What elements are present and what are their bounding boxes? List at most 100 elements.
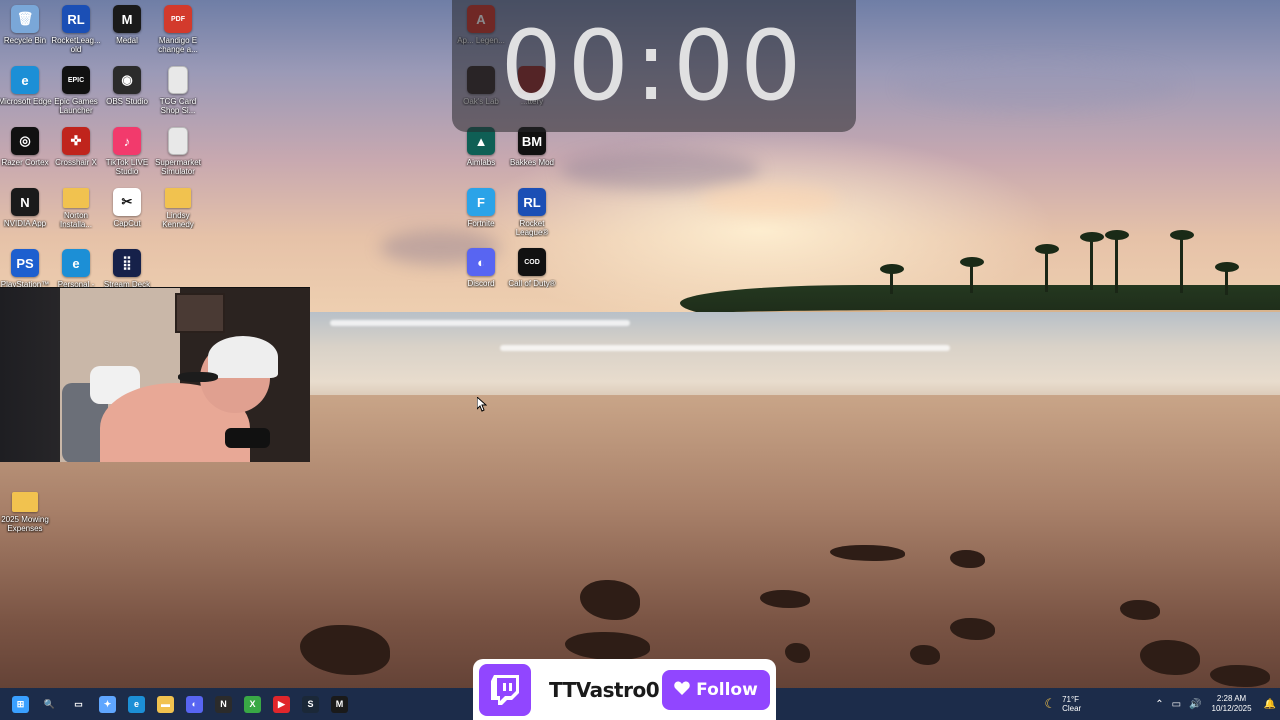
clock-time: 2:28 AM [1216,694,1247,703]
medal-icon: M [331,695,348,713]
taskbar-clock[interactable]: 2:28 AM 10/12/2025 [1212,694,1252,714]
taskbar-button[interactable]: ✦ [93,688,122,720]
taskbar-button[interactable]: ⊞ [6,688,35,720]
desktop-icon[interactable]: COD Call of Duty® [505,248,559,288]
taskbar-button[interactable]: X [238,688,267,720]
system-tray: ☾ 71°F Clear ⌃ ▭ 🔊 2:28 AM 10/12/2025 🔔 [1044,688,1280,720]
folder-icon [63,188,89,208]
twitch-follow-banner: TTVastro0 Follow [473,659,776,720]
desktop-icon-label: Supermarket Simulator [155,158,201,176]
desktop-icon[interactable]: RL Rocket League® [505,188,559,237]
desktop-icon-label: Fortnite [467,219,495,228]
desktop-icon[interactable]: e Microsoft Edge [0,66,52,106]
desktop-icon-label: Epic Games Launcher [54,97,98,115]
weather-temp: 71°F [1062,695,1080,704]
file-icon [168,127,188,155]
desktop-icon[interactable]: ◉ OBS Studio [100,66,154,106]
desktop-icon[interactable]: Lindsy Kennedy [151,188,205,229]
discord-icon: ◐ [186,695,203,713]
desktop-icon-label: Mandigo E change a... [158,36,198,54]
volume-icon[interactable]: 🔊 [1189,699,1201,710]
epic-games-icon: EPIC [62,66,90,94]
desktop-icon-label: NVIDIA App [3,219,47,228]
recycle-bin-icon: 🗑 [11,5,39,33]
razer-cortex-icon: ◎ [11,127,39,155]
discord-icon: ◐ [467,248,495,276]
desktop-icon[interactable]: ◐ Discord [454,248,508,288]
taskbar-button[interactable]: S [296,688,325,720]
taskbar-button[interactable]: ◐ [180,688,209,720]
steam-icon: S [302,695,319,713]
channel-name: TTVastro0 [549,677,660,702]
taskbar-button[interactable]: 🔍 [35,688,64,720]
heart-icon [674,680,690,700]
desktop-icon[interactable]: ✜ Crosshair X [49,127,103,167]
desktop-icon[interactable]: M Medal [100,5,154,45]
twitch-logo-icon [479,663,531,716]
desktop-icon[interactable]: ✂ CapCut [100,188,154,228]
clock-date: 10/12/2025 [1211,704,1252,713]
edge-icon: e [11,66,39,94]
edge-icon: e [128,695,145,713]
desktop-icon[interactable]: F Fortnite [454,188,508,228]
follow-button[interactable]: Follow [662,669,770,710]
desktop-icon[interactable]: BM Bakkes Mod [505,127,559,167]
rocket-league-icon: RL [518,188,546,216]
desktop-icon-label: Call of Duty® [508,279,556,288]
webcam-overlay [0,287,310,462]
desktop-icon-label: Discord [467,279,495,288]
taskbar-button[interactable]: M [325,688,354,720]
desktop-icon[interactable]: TCG Card Shop Si... [151,66,205,115]
desktop-icon[interactable]: N NVIDIA App [0,188,52,228]
desktop-icon[interactable]: ▲ Aimlabs [454,127,508,167]
obs-icon: ◉ [113,66,141,94]
desktop-icon-label: Bakkes Mod [509,158,555,167]
network-icon[interactable]: ▭ [1172,699,1181,710]
desktop-icon[interactable]: ⣿ Stream Deck [100,249,154,289]
desktop-icon-label: Lindsy Kennedy [162,211,194,229]
file-icon [168,66,188,94]
desktop-icon-label: Rocket League® [515,219,549,237]
follow-button-label: Follow [696,679,758,700]
taskbar-button[interactable]: ▭ [64,688,93,720]
desktop-icon[interactable]: 🗑 Recycle Bin [0,5,52,45]
search-icon: 🔍 [43,698,56,709]
folder-icon [12,492,38,512]
nvidia-icon: N [11,188,39,216]
rocket-league-icon: RL [62,5,90,33]
taskbar-button[interactable]: e [122,688,151,720]
taskbar-button[interactable]: ▬ [151,688,180,720]
desktop-icon-label: Medal [116,36,138,45]
desktop-icon[interactable]: e Personal - [49,249,103,289]
capcut-icon: ✂ [113,188,141,216]
desktop-icon[interactable]: ♪ TikTok LIVE Studio [100,127,154,176]
xbox-icon: X [244,695,261,713]
chevron-up-icon[interactable]: ⌃ [1155,699,1163,710]
youtube-music-icon: ▶ [273,695,290,713]
timer-text: 00:00 [500,10,808,122]
desktop-icon-2025-mowing-expenses[interactable]: 2025 Mowing Expenses [0,492,52,533]
mouse-cursor-icon [476,395,488,417]
desktop-icon-label: Recycle Bin [3,36,47,45]
desktop-icon[interactable]: PS PlayStation™ [0,249,52,289]
taskbar-button[interactable]: N [209,688,238,720]
desktop-icon[interactable]: RL RocketLeag... old [49,5,103,54]
desktop-icon-label: Crosshair X [55,158,97,167]
taskbar-button[interactable]: ▶ [267,688,296,720]
taskbar-pinned-apps: ⊞ 🔍 ▭ ✦ e ▬ ◐ N X ▶ S M [6,688,354,720]
copilot-icon: ✦ [99,695,116,713]
desktop-icon-label: Microsoft Edge [0,97,52,106]
notification-bell-icon[interactable]: 🔔 [1264,699,1276,710]
desktop-icon-label: OBS Studio [106,97,148,106]
desktop-icon[interactable]: Norton Installa... [49,188,103,229]
weather-widget[interactable]: ☾ 71°F Clear [1044,695,1081,713]
desktop-icon[interactable]: EPIC Epic Games Launcher [49,66,103,115]
desktop-icon-label: TCG Card Shop Si... [159,97,197,115]
desktop-icon[interactable]: Supermarket Simulator [151,127,205,176]
desktop-icon[interactable]: PDF Mandigo E change a... [151,5,205,54]
folder-icon [165,188,191,208]
weather-condition: Clear [1062,704,1082,713]
file-explorer-icon: ▬ [157,695,174,713]
desktop-icon-label: 2025 Mowing Expenses [1,515,49,533]
desktop-icon[interactable]: ◎ Razer Cortex [0,127,52,167]
